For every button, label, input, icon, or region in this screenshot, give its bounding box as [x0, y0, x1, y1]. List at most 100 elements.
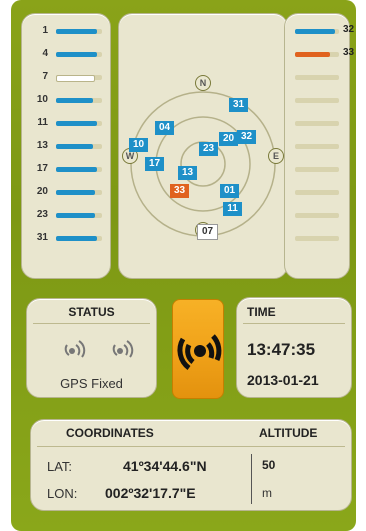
signal-bar-track [295, 29, 339, 34]
compass-east: E [268, 148, 284, 164]
signal-bar-right-3 [285, 93, 349, 109]
signal-bar-label: 33 [343, 47, 355, 58]
signal-bar-10: 10 [22, 93, 110, 109]
coordinates-divider [251, 454, 252, 504]
signal-bar-right-1: 33 [285, 47, 354, 63]
signal-bar-track [295, 121, 339, 126]
signal-bar-track [295, 144, 339, 149]
altitude-value: 50 [262, 458, 276, 472]
altitude-unit: m [262, 486, 272, 500]
satellite-marker-11[interactable]: 11 [223, 202, 242, 216]
signal-bar-fill [56, 167, 98, 172]
time-title: TIME [247, 305, 276, 319]
satellite-marker-31[interactable]: 31 [229, 98, 248, 112]
signal-bar-4: 4 [22, 47, 110, 63]
satellite-marker-10[interactable]: 10 [129, 138, 148, 152]
satellite-marker-33[interactable]: 33 [170, 184, 189, 198]
signal-bar-label: 20 [36, 186, 48, 197]
signal-bar-label: 31 [36, 232, 48, 243]
signal-bar-track [56, 75, 102, 82]
signal-bar-track [56, 190, 102, 195]
satellite-marker-20[interactable]: 20 [219, 132, 238, 146]
signal-bar-fill [56, 52, 98, 57]
signal-bar-track [295, 52, 339, 57]
signal-bar-label: 32 [343, 24, 355, 35]
signal-bar-track [295, 236, 339, 241]
signal-bar-label: 23 [36, 209, 48, 220]
signal-bar-right-6 [285, 162, 349, 178]
signal-bar-track [295, 75, 339, 80]
signal-bar-fill [56, 98, 93, 103]
signal-bar-track [56, 213, 102, 218]
signal-bar-right-0: 32 [285, 24, 354, 40]
signal-bar-17: 17 [22, 162, 110, 178]
signal-bar-13: 13 [22, 139, 110, 155]
signal-bar-label: 10 [36, 94, 48, 105]
signal-bar-31: 31 [22, 231, 110, 247]
signal-bar-fill [56, 236, 98, 241]
satellite-marker-17[interactable]: 17 [145, 157, 164, 171]
satellite-marker-04[interactable]: 04 [155, 121, 174, 135]
compass-north: N [195, 75, 211, 91]
longitude-value: 002º32'17.7"E [105, 485, 196, 501]
clock-value: 13:47:35 [247, 340, 316, 359]
time-divider [243, 323, 345, 324]
signal-bar-right-9 [285, 231, 349, 247]
altitude-title: ALTITUDE [259, 426, 318, 440]
right-signal-panel: 32 33 [284, 13, 354, 279]
signal-bar-right-2 [285, 70, 349, 86]
satellite-marker-32[interactable]: 32 [237, 130, 256, 144]
signal-bar-track [56, 52, 102, 57]
gps-screen: 14710111317202331 N E W S 31041020322317… [11, 0, 356, 531]
signal-bar-track [295, 213, 339, 218]
signal-bar-fill [56, 213, 96, 218]
signal-bar-right-7 [285, 185, 349, 201]
signal-waves-icon [112, 340, 134, 358]
signal-bar-fill [295, 29, 335, 34]
signal-bar-fill [56, 75, 95, 82]
gps-signal-icon [177, 334, 222, 371]
satellite-marker-01[interactable]: 01 [220, 184, 239, 198]
signal-bar-23: 23 [22, 208, 110, 224]
status-panel: STATUS GPS Fixed [26, 298, 157, 398]
satellite-marker-07[interactable]: 07 [197, 224, 218, 240]
signal-bar-track [295, 167, 339, 172]
satellite-marker-23[interactable]: 23 [199, 142, 218, 156]
signal-bar-right-5 [285, 139, 349, 155]
coordinates-title: COORDINATES [66, 426, 154, 440]
signal-bar-label: 13 [36, 140, 48, 151]
left-signal-panel: 1 4 7 10 11 13 17 20 23 31 [21, 13, 111, 279]
signal-bar-label: 11 [37, 117, 48, 128]
signal-bar-track [56, 29, 102, 34]
signal-bar-label: 7 [42, 71, 48, 82]
status-divider [33, 323, 150, 324]
signal-bar-20: 20 [22, 185, 110, 201]
signal-bar-fill [56, 144, 93, 149]
latitude-label: LAT: [47, 459, 73, 474]
gps-toggle-button[interactable] [172, 299, 224, 399]
signal-bar-track [56, 98, 102, 103]
satellite-marker-13[interactable]: 13 [178, 166, 197, 180]
signal-bar-label: 4 [42, 48, 48, 59]
status-title: STATUS [68, 305, 115, 319]
signal-bar-11: 11 [22, 116, 110, 132]
sky-view-panel: N E W S 310410203223171333011107 [118, 13, 288, 279]
signal-bar-label: 1 [42, 25, 48, 36]
signal-bar-track [295, 190, 339, 195]
signal-bar-fill [295, 52, 331, 57]
signal-bar-7: 7 [22, 70, 110, 86]
signal-bar-track [295, 98, 339, 103]
signal-bar-fill [56, 29, 98, 34]
latitude-value: 41º34'44.6"N [123, 458, 207, 474]
gps-status-text: GPS Fixed [60, 376, 123, 391]
signal-bar-right-4 [285, 116, 349, 132]
signal-bar-track [56, 144, 102, 149]
signal-bar-right-8 [285, 208, 349, 224]
longitude-label: LON: [47, 486, 78, 501]
signal-bar-track [56, 167, 102, 172]
signal-bar-track [56, 236, 102, 241]
date-value: 2013-01-21 [247, 372, 319, 388]
signal-waves-icon [64, 340, 86, 358]
signal-bar-fill [56, 190, 96, 195]
signal-bar-track [56, 121, 102, 126]
